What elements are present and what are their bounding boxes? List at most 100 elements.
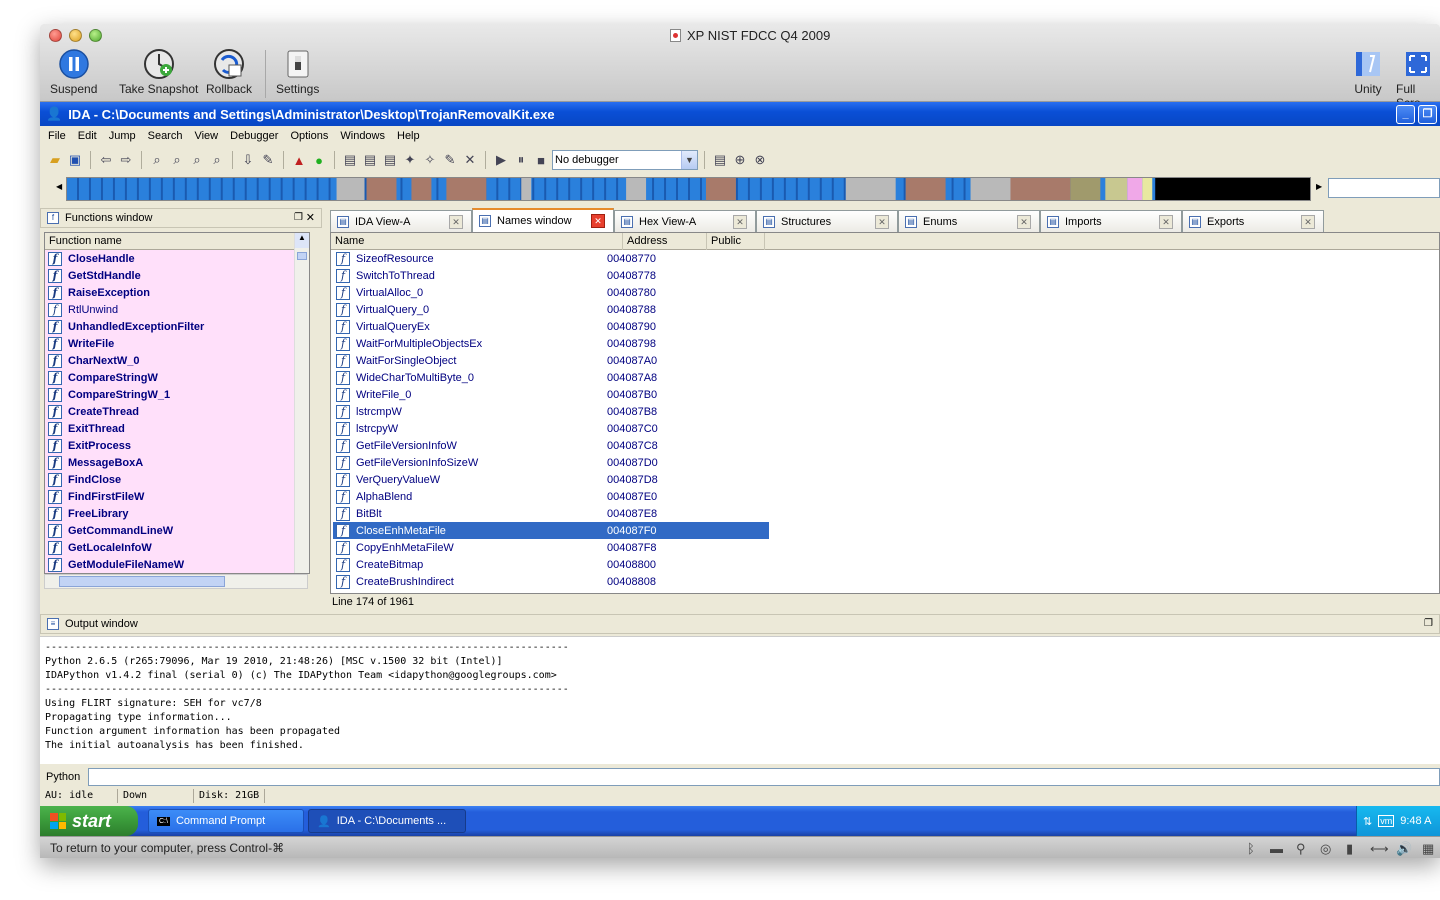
names-window[interactable]: Name Address Public f SizeofResource 00408… — [330, 232, 1440, 594]
sound-icon[interactable]: 🔊 — [1396, 841, 1412, 857]
functions-vertical-scrollbar[interactable]: ▲ — [294, 233, 309, 573]
function-list-item[interactable]: f ExitProcess — [45, 437, 309, 454]
python-input[interactable] — [88, 768, 1440, 786]
menu-jump[interactable]: Jump — [103, 130, 142, 142]
hard-disk-icon[interactable]: ▬ — [1270, 841, 1283, 856]
navigation-band-bar[interactable] — [66, 177, 1311, 201]
close-icon[interactable]: ✕ — [875, 215, 889, 229]
full-screen-button[interactable]: Full Scre — [1396, 48, 1440, 110]
cd-icon[interactable]: ◎ — [1320, 841, 1331, 857]
function-list-item[interactable]: f RaiseException — [45, 284, 309, 301]
names-list-item[interactable]: f CreateBitmap 00408800 — [333, 556, 1439, 573]
taskbar-item-ida[interactable]: 👤 IDA - C:\Documents ... — [308, 809, 466, 833]
names-list-item[interactable]: f WideCharToMultiByte_0 004087A8 — [333, 369, 1439, 386]
function-list-item[interactable]: f WriteFile — [45, 335, 309, 352]
pause-debug-icon[interactable]: ⏸ — [512, 151, 530, 169]
tab-names-window[interactable]: ▤ Names window ✕ — [472, 208, 614, 232]
function-list-item[interactable]: f CreateThread — [45, 403, 309, 420]
attach-process-icon[interactable]: ⊕ — [731, 151, 749, 169]
menu-view[interactable]: View — [188, 130, 224, 142]
settings-button[interactable]: Settings — [276, 48, 319, 96]
bluetooth-icon[interactable]: ᛒ — [1247, 841, 1255, 856]
data-icon[interactable]: ▤ — [361, 151, 379, 169]
tab-imports[interactable]: ▤ Imports ✕ — [1040, 210, 1182, 232]
address-column-header[interactable]: Address — [623, 233, 707, 250]
status-green-icon[interactable]: ● — [310, 151, 328, 169]
usb-icon[interactable]: ⚲ — [1296, 841, 1306, 857]
close-icon[interactable]: ✕ — [591, 214, 605, 228]
function-name-column-header[interactable]: Function name — [45, 233, 309, 250]
h-scroll-thumb[interactable] — [59, 576, 225, 587]
close-window-button[interactable] — [49, 29, 62, 42]
names-list-item[interactable]: f lstrcpyW 004087C0 — [333, 420, 1439, 437]
restore-pane-icon[interactable]: ❐ — [294, 212, 303, 223]
names-list-item[interactable]: f CloseEnhMetaFile 004087F0 — [333, 522, 769, 539]
suspend-button[interactable]: Suspend — [50, 48, 97, 96]
function-list-item[interactable]: f UnhandledExceptionFilter — [45, 318, 309, 335]
function-list-item[interactable]: f GetCommandLineW — [45, 522, 309, 539]
names-list-item[interactable]: f WaitForMultipleObjectsEx 00408798 — [333, 335, 1439, 352]
function-name-header[interactable]: Function name — [45, 233, 295, 250]
nav-right-arrow-icon[interactable]: ▶ — [1316, 182, 1322, 191]
names-list-item[interactable]: f VirtualQueryEx 00408790 — [333, 318, 1439, 335]
close-icon[interactable]: ✕ — [1159, 215, 1173, 229]
tab-exports[interactable]: ▤ Exports ✕ — [1182, 210, 1324, 232]
menu-search[interactable]: Search — [142, 130, 189, 142]
start-button[interactable]: start — [40, 806, 138, 836]
functions-list[interactable]: Function name f CloseHandle f GetStdHandle f… — [44, 232, 310, 574]
warning-icon[interactable]: ▲ — [290, 151, 308, 169]
names-list-item[interactable]: f WaitForSingleObject 004087A0 — [333, 352, 1439, 369]
forward-arrow-icon[interactable]: ⇨ — [117, 151, 135, 169]
vmware-tools-icon[interactable]: vm — [1378, 815, 1395, 827]
names-list-item[interactable]: f AlphaBlend 004087E0 — [333, 488, 1439, 505]
names-list-item[interactable]: f VirtualQuery_0 00408788 — [333, 301, 1439, 318]
ida-restore-button[interactable]: ❐ — [1418, 105, 1437, 124]
functions-horizontal-scrollbar[interactable] — [44, 574, 308, 589]
detach-process-icon[interactable]: ⊗ — [751, 151, 769, 169]
names-list-item[interactable]: f GetFileVersionInfoSizeW 004087D0 — [333, 454, 1439, 471]
names-list-item[interactable]: f CopyEnhMetaFileW 004087F8 — [333, 539, 1439, 556]
scroll-thumb[interactable] — [297, 252, 307, 260]
function-list-item[interactable]: f GetLocaleInfoW — [45, 539, 309, 556]
nav-left-arrow-icon[interactable]: ◀ — [56, 182, 62, 191]
tab-enums[interactable]: ▤ Enums ✕ — [898, 210, 1040, 232]
nav-search-input[interactable] — [1328, 178, 1440, 198]
names-list-item[interactable]: f SwitchToThread 00408778 — [333, 267, 1439, 284]
array-icon[interactable]: ✦ — [401, 151, 419, 169]
name-column-header[interactable]: Name — [331, 233, 623, 250]
jump-down-icon[interactable]: ⇩ — [239, 151, 257, 169]
names-list-item[interactable]: f lstrcmpW 004087B8 — [333, 403, 1439, 420]
zoom-window-button[interactable] — [89, 29, 102, 42]
menu-help[interactable]: Help — [391, 130, 426, 142]
back-arrow-icon[interactable]: ⇦ — [97, 151, 115, 169]
close-icon[interactable]: ✕ — [1301, 215, 1315, 229]
names-list-item[interactable]: f GetFileVersionInfoW 004087C8 — [333, 437, 1439, 454]
names-list-item[interactable]: f WriteFile_0 004087B0 — [333, 386, 1439, 403]
function-list-item[interactable]: f FreeLibrary — [45, 505, 309, 522]
ida-minimize-button[interactable]: _ — [1396, 105, 1415, 124]
delete-icon[interactable]: ✕ — [461, 151, 479, 169]
menu-windows[interactable]: Windows — [334, 130, 391, 142]
tab-structures[interactable]: ▤ Structures ✕ — [756, 210, 898, 232]
search-next-icon[interactable]: ⌕ — [208, 151, 226, 169]
search-text-icon[interactable]: ⌕ — [168, 151, 186, 169]
close-icon[interactable]: ✕ — [1017, 215, 1031, 229]
undefine-icon[interactable]: ✧ — [421, 151, 439, 169]
shared-folders-icon[interactable]: ▦ — [1422, 841, 1434, 857]
function-list-item[interactable]: f MessageBoxA — [45, 454, 309, 471]
search-immediate-icon[interactable]: ⌕ — [188, 151, 206, 169]
rename-icon[interactable]: ✎ — [441, 151, 459, 169]
chevron-down-icon[interactable]: ▼ — [681, 151, 697, 169]
names-list-item[interactable]: f BitBlt 004087E8 — [333, 505, 1439, 522]
network-adapter-icon[interactable]: ⟷ — [1370, 841, 1389, 857]
tab-hex-view-a[interactable]: ▤ Hex View-A ✕ — [614, 210, 756, 232]
search-binary-icon[interactable]: ⌕ — [148, 151, 166, 169]
xref-icon[interactable]: ✎ — [259, 151, 277, 169]
minimize-window-button[interactable] — [69, 29, 82, 42]
debug-options-icon[interactable]: ▤ — [711, 151, 729, 169]
play-icon[interactable]: ▶ — [492, 151, 510, 169]
string-icon[interactable]: ▤ — [381, 151, 399, 169]
function-list-item[interactable]: f GetStdHandle — [45, 267, 309, 284]
save-icon[interactable]: ▣ — [66, 151, 84, 169]
tab-ida-view-a[interactable]: ▤ IDA View-A ✕ — [330, 210, 472, 232]
